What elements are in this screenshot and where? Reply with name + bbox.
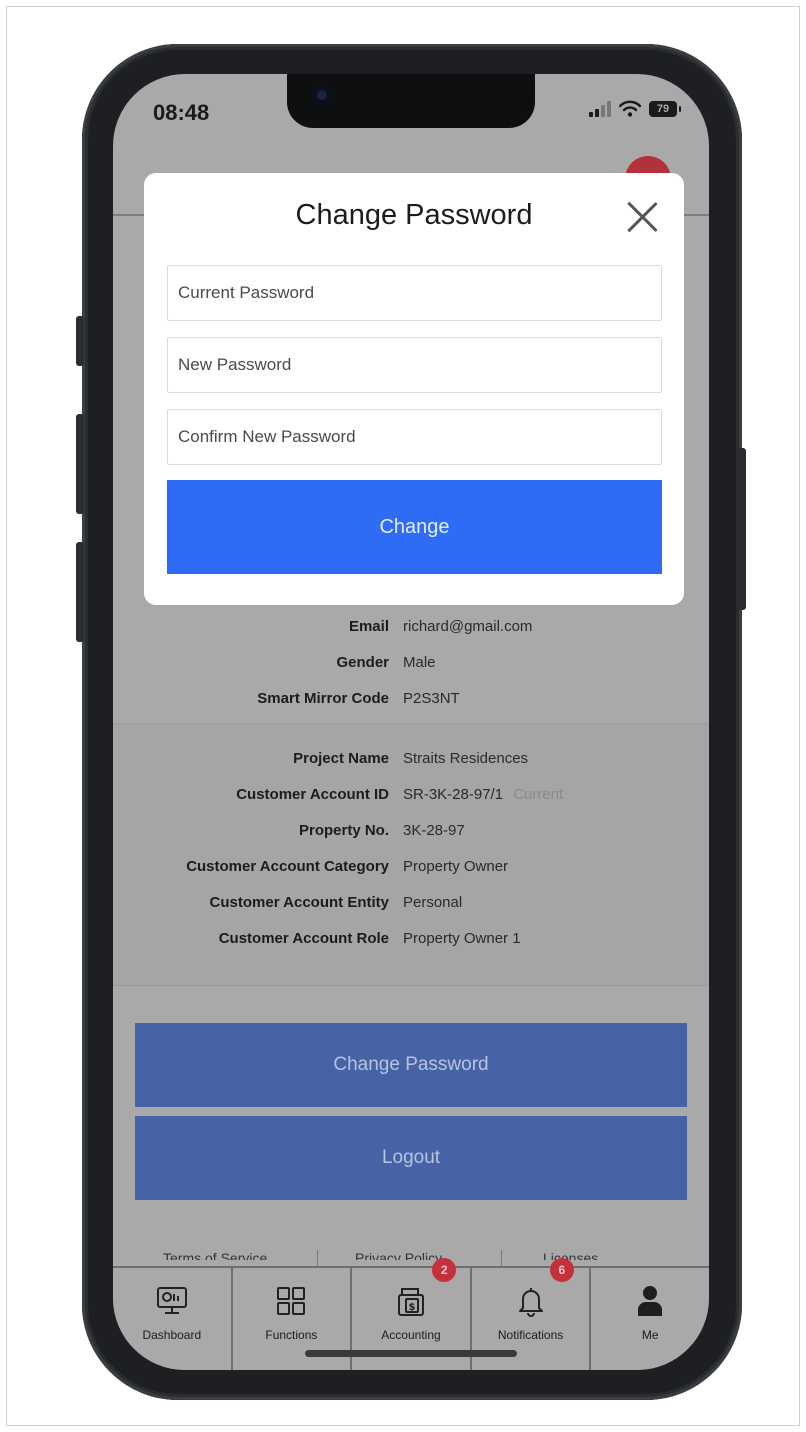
terms-link[interactable]: Terms of Service [163, 1250, 267, 1260]
tab-me[interactable]: Me [591, 1268, 709, 1370]
profile-row: Gender Male [113, 644, 709, 680]
tab-label: Me [641, 1328, 659, 1342]
change-button[interactable]: Change [167, 480, 662, 574]
footer-links: Terms of Service Privacy Policy Licenses [113, 1244, 709, 1268]
current-password-input[interactable] [167, 265, 662, 321]
phone-action-button [76, 316, 84, 366]
user-icon [633, 1284, 667, 1318]
account-row: Customer Account Entity Personal [113, 884, 709, 920]
account-section: Project Name Straits Residences Customer… [113, 724, 709, 986]
account-key: Project Name [293, 749, 389, 767]
account-key: Customer Account ID [236, 785, 389, 803]
licenses-link[interactable]: Licenses [543, 1250, 598, 1260]
wifi-icon [619, 100, 641, 117]
tab-label: Functions [265, 1328, 318, 1342]
cellular-signal-icon [589, 100, 611, 117]
account-row: Customer Account Role Property Owner 1 [113, 920, 709, 956]
account-key: Customer Account Entity [209, 893, 389, 911]
notch [287, 74, 535, 128]
privacy-link[interactable]: Privacy Policy [355, 1250, 442, 1260]
profile-key: Smart Mirror Code [257, 689, 389, 707]
profile-section: Email richard@gmail.com Gender Male Smar… [113, 596, 709, 724]
account-value: Property Owner 1 [403, 929, 521, 947]
accounting-badge: 2 [432, 1258, 457, 1282]
phone-power-button [738, 448, 746, 610]
account-row: Project Name Straits Residences [113, 740, 709, 776]
profile-key: Gender [336, 653, 389, 671]
status-icons: 79 [589, 100, 681, 117]
profile-value: P2S3NT [403, 689, 460, 707]
logout-button[interactable]: Logout [135, 1116, 687, 1200]
phone-volume-up-button [76, 414, 84, 514]
confirm-new-password-input[interactable] [167, 409, 662, 465]
tab-label: Accounting [381, 1328, 441, 1342]
change-password-button[interactable]: Change Password [135, 1023, 687, 1107]
bell-icon [514, 1284, 548, 1318]
account-value: Straits Residences [403, 749, 529, 767]
phone-screen: 08:48 79 Email richard@gmail.com Gender … [113, 74, 709, 1370]
svg-text:$: $ [409, 1302, 416, 1313]
battery-icon: 79 [649, 100, 681, 117]
account-key: Customer Account Category [186, 857, 389, 875]
account-value: Personal [403, 893, 463, 911]
profile-row: Email richard@gmail.com [113, 608, 709, 644]
grid-icon [274, 1284, 308, 1318]
notifications-badge: 6 [549, 1258, 574, 1282]
profile-value: Male [403, 653, 436, 671]
dashboard-icon [155, 1284, 189, 1318]
new-password-input[interactable] [167, 337, 662, 393]
account-key: Property No. [298, 821, 389, 839]
account-row: Customer Account Category Property Owner [113, 848, 709, 884]
camera-icon [314, 87, 330, 103]
home-indicator [305, 1350, 517, 1357]
account-value: SR-3K-28-97/1 Current [403, 786, 563, 803]
modal-title: Change Password [295, 199, 533, 231]
profile-key: Email [348, 617, 389, 635]
account-value: Property Owner [403, 857, 509, 875]
account-row: Customer Account ID SR-3K-28-97/1 Current [113, 776, 709, 812]
profile-row: Smart Mirror Code P2S3NT [113, 680, 709, 716]
tab-label: Notifications [497, 1328, 564, 1342]
close-icon[interactable] [622, 197, 662, 237]
current-tag: Current [513, 785, 564, 803]
account-row: Property No. 3K-28-97 [113, 812, 709, 848]
status-time: 08:48 [153, 100, 210, 125]
account-key: Customer Account Role [218, 929, 389, 947]
account-id-value: SR-3K-28-97/1 [403, 785, 504, 803]
profile-value: richard@gmail.com [403, 617, 533, 635]
change-password-modal: Change Password Change [144, 173, 684, 605]
tab-label: Dashboard [142, 1328, 202, 1342]
phone-volume-down-button [76, 542, 84, 642]
accounting-icon: $ [394, 1284, 428, 1318]
tab-dashboard[interactable]: Dashboard [113, 1268, 233, 1370]
account-value: 3K-28-97 [403, 821, 465, 839]
